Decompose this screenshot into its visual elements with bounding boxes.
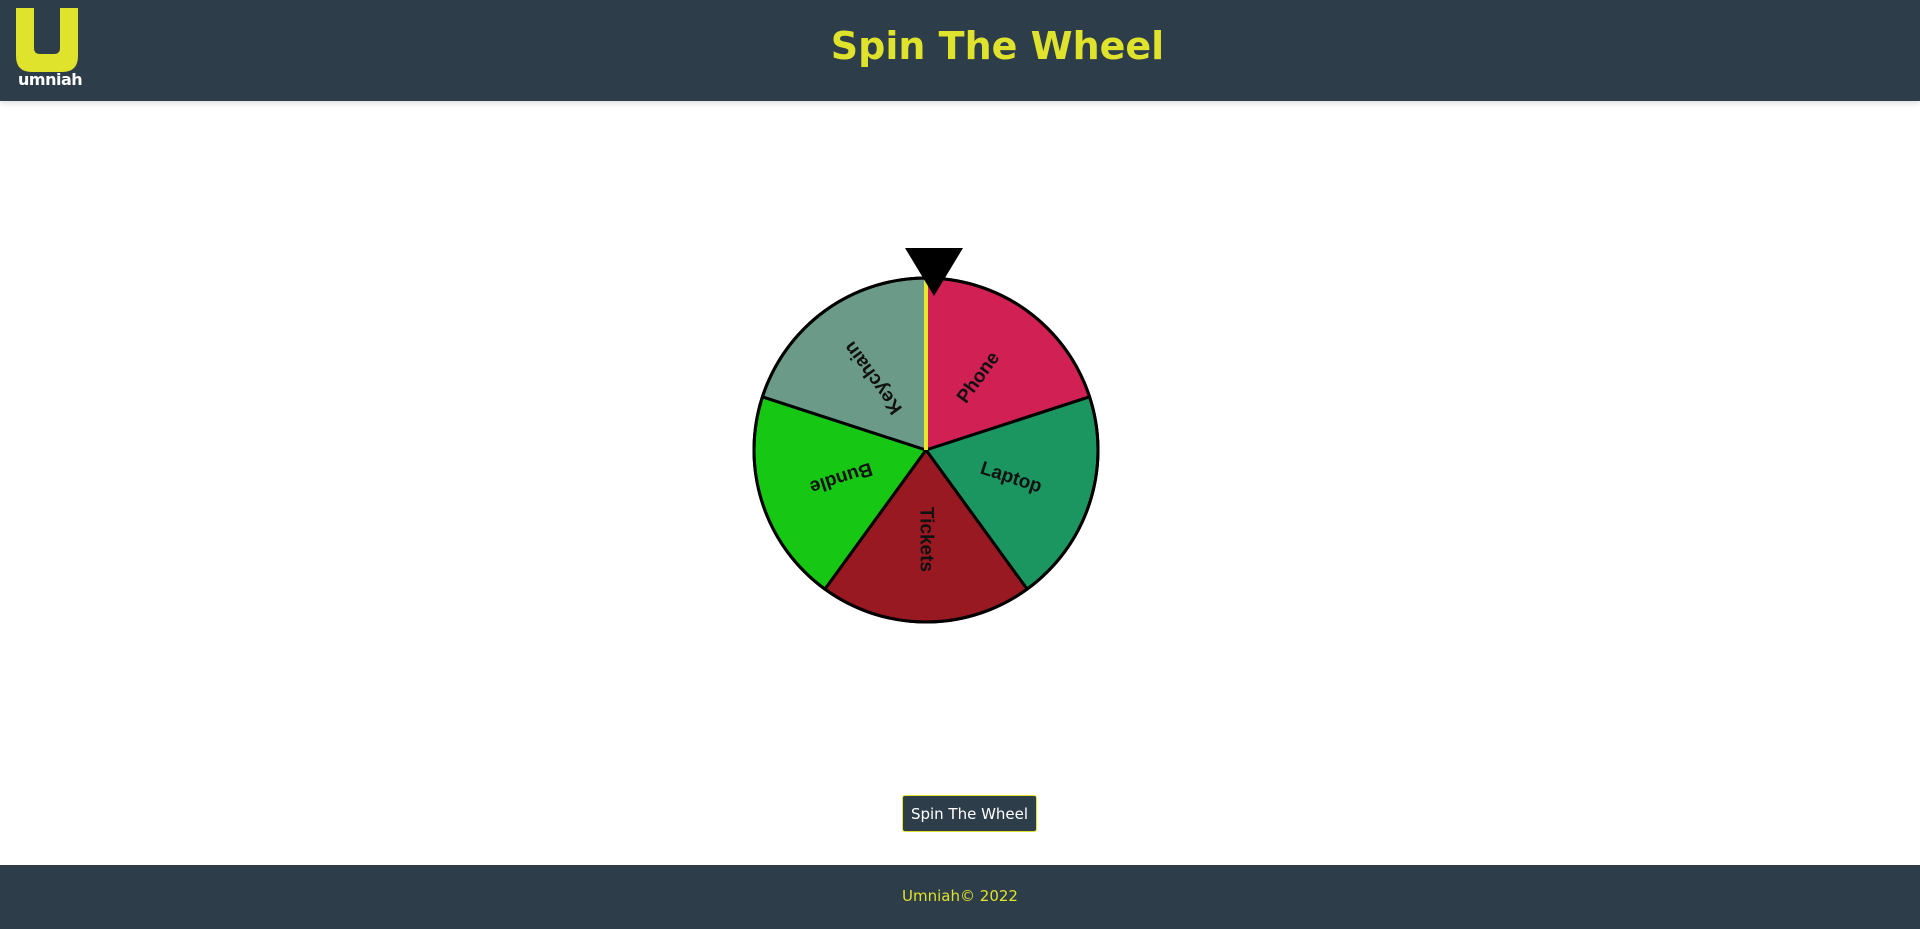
page-title: Spin The Wheel (830, 24, 1165, 68)
wheel-graphic: PhoneLaptopTicketsBundleKeychain (752, 248, 1100, 624)
umniah-logo[interactable]: umniah (16, 8, 83, 92)
footer-bar: Umniah© 2022 (0, 865, 1920, 929)
prize-wheel: Phone Laptop Tickets Bundle Keychain (740, 240, 1120, 630)
page-title-container: Spin The Wheel (0, 22, 1920, 70)
header-bar: umniah Spin The Wheel (0, 0, 1920, 101)
wheel-label-tickets: Tickets (916, 507, 937, 572)
spin-button[interactable]: Spin The Wheel (902, 795, 1037, 832)
footer-copyright: Umniah© 2022 (902, 887, 1018, 905)
logo-wordmark: umniah (18, 70, 83, 89)
umniah-logo-mark (16, 8, 78, 72)
